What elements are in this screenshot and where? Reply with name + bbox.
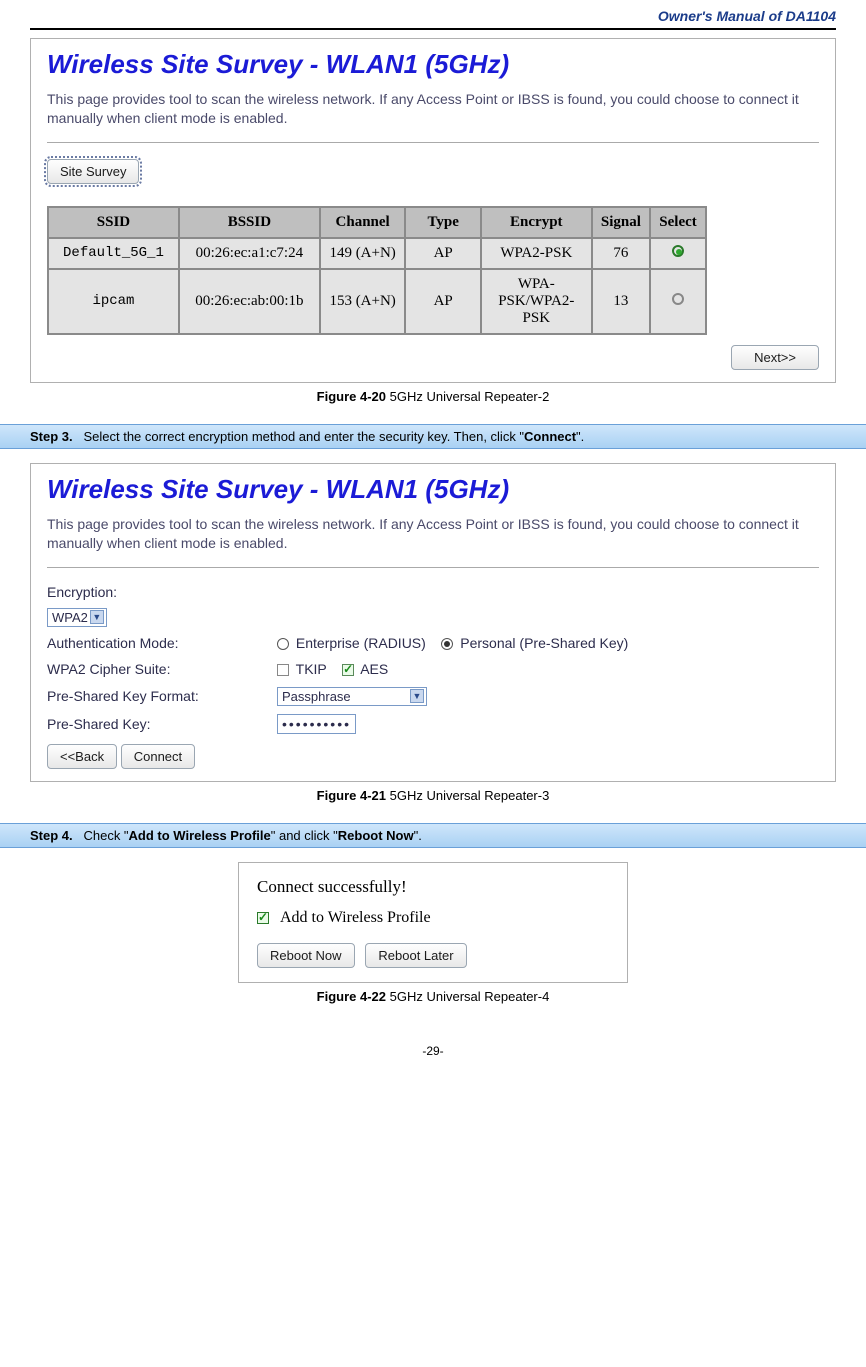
add-profile-checkbox[interactable]	[257, 912, 269, 924]
survey-header-row: SSID BSSID Channel Type Encrypt Signal S…	[48, 207, 706, 238]
table-row: ipcam 00:26:ec:ab:00:1b 153 (A+N) AP WPA…	[48, 269, 706, 334]
aes-checkbox[interactable]	[342, 664, 354, 676]
cell-type: AP	[405, 238, 481, 269]
col-encrypt: Encrypt	[481, 207, 592, 238]
col-bssid: BSSID	[179, 207, 320, 238]
step-text: Select the correct encryption method and…	[83, 429, 524, 444]
cipher-options: TKIP AES	[277, 661, 819, 677]
panel2-desc: This page provides tool to scan the wire…	[47, 515, 819, 553]
figure-label: Figure 4-20	[317, 389, 386, 404]
select-radio-icon[interactable]	[672, 293, 684, 305]
step-b1: Add to Wireless Profile	[129, 828, 271, 843]
panel1-rule	[47, 142, 819, 143]
pskfmt-select[interactable]: Passphrase ▼	[277, 687, 427, 706]
cell-select[interactable]	[650, 269, 706, 334]
cell-bssid: 00:26:ec:a1:c7:24	[179, 238, 320, 269]
encryption-select[interactable]: WPA2 ▼	[47, 608, 107, 627]
panel1-desc: This page provides tool to scan the wire…	[47, 90, 819, 128]
chevron-down-icon: ▼	[90, 610, 104, 624]
select-radio-icon[interactable]	[672, 245, 684, 257]
cell-signal: 13	[592, 269, 650, 334]
step-t2: " and click "	[271, 828, 338, 843]
reboot-now-button[interactable]: Reboot Now	[257, 943, 355, 968]
cell-encrypt: WPA-PSK/WPA2-PSK	[481, 269, 592, 334]
col-select: Select	[650, 207, 706, 238]
step-bold: Connect	[524, 429, 576, 444]
cell-ssid: ipcam	[48, 269, 179, 334]
tkip-checkbox[interactable]	[277, 664, 289, 676]
auth-enterprise-radio[interactable]	[277, 638, 289, 650]
connect-success-panel: Connect successfully! Add to Wireless Pr…	[238, 862, 628, 983]
cell-bssid: 00:26:ec:ab:00:1b	[179, 269, 320, 334]
figure-text: 5GHz Universal Repeater-3	[390, 788, 550, 803]
auth-mode-options: Enterprise (RADIUS) Personal (Pre-Shared…	[277, 635, 819, 651]
col-ssid: SSID	[48, 207, 179, 238]
manual-header: Owner's Manual of DA1104	[30, 0, 836, 28]
panel2-title: Wireless Site Survey - WLAN1 (5GHz)	[47, 474, 819, 505]
step-label: Step 3.	[30, 429, 73, 444]
site-survey-panel-1: Wireless Site Survey - WLAN1 (5GHz) This…	[30, 38, 836, 383]
chevron-down-icon: ▼	[410, 689, 424, 703]
panel1-title: Wireless Site Survey - WLAN1 (5GHz)	[47, 49, 819, 80]
figure-text: 5GHz Universal Repeater-2	[390, 389, 550, 404]
cell-channel: 149 (A+N)	[320, 238, 406, 269]
cell-ssid: Default_5G_1	[48, 238, 179, 269]
site-survey-button[interactable]: Site Survey	[47, 159, 139, 184]
figure-4-20-caption: Figure 4-20 5GHz Universal Repeater-2	[30, 389, 836, 404]
cell-channel: 153 (A+N)	[320, 269, 406, 334]
col-channel: Channel	[320, 207, 406, 238]
auth-opt2-label: Personal (Pre-Shared Key)	[460, 635, 628, 651]
cell-select[interactable]	[650, 238, 706, 269]
auth-personal-radio[interactable]	[441, 638, 453, 650]
page-number: -29-	[30, 1044, 836, 1058]
survey-table: SSID BSSID Channel Type Encrypt Signal S…	[47, 206, 707, 335]
pskfmt-value: Passphrase	[282, 689, 351, 704]
step-t3: ".	[414, 828, 422, 843]
add-profile-label: Add to Wireless Profile	[280, 909, 431, 926]
psk-input[interactable]: ••••••••••	[277, 714, 356, 734]
table-row: Default_5G_1 00:26:ec:a1:c7:24 149 (A+N)…	[48, 238, 706, 269]
step-b2: Reboot Now	[338, 828, 414, 843]
next-button[interactable]: Next>>	[731, 345, 819, 370]
step-4-bar: Step 4. Check "Add to Wireless Profile" …	[0, 823, 866, 848]
cell-type: AP	[405, 269, 481, 334]
figure-text: 5GHz Universal Repeater-4	[390, 989, 550, 1004]
panel2-rule	[47, 567, 819, 568]
cipher-opt2-label: AES	[360, 661, 388, 677]
encryption-label: Encryption:	[47, 584, 819, 600]
connect-button[interactable]: Connect	[121, 744, 195, 769]
cell-encrypt: WPA2-PSK	[481, 238, 592, 269]
pskfmt-label: Pre-Shared Key Format:	[47, 688, 277, 704]
col-type: Type	[405, 207, 481, 238]
cipher-opt1-label: TKIP	[296, 661, 327, 677]
step-3-bar: Step 3. Select the correct encryption me…	[0, 424, 866, 449]
success-message: Connect successfully!	[257, 877, 609, 897]
col-signal: Signal	[592, 207, 650, 238]
figure-4-22-caption: Figure 4-22 5GHz Universal Repeater-4	[30, 989, 836, 1004]
reboot-later-button[interactable]: Reboot Later	[365, 943, 466, 968]
figure-label: Figure 4-22	[317, 989, 386, 1004]
back-button[interactable]: <<Back	[47, 744, 117, 769]
step-t1: Check "	[83, 828, 128, 843]
psk-label: Pre-Shared Key:	[47, 716, 277, 732]
auth-mode-label: Authentication Mode:	[47, 635, 277, 651]
step-label: Step 4.	[30, 828, 73, 843]
cell-signal: 76	[592, 238, 650, 269]
figure-label: Figure 4-21	[317, 788, 386, 803]
cipher-label: WPA2 Cipher Suite:	[47, 661, 277, 677]
figure-4-21-caption: Figure 4-21 5GHz Universal Repeater-3	[30, 788, 836, 803]
encryption-value: WPA2	[52, 610, 88, 625]
auth-opt1-label: Enterprise (RADIUS)	[296, 635, 426, 651]
site-survey-panel-2: Wireless Site Survey - WLAN1 (5GHz) This…	[30, 463, 836, 782]
step-text-after: ".	[576, 429, 584, 444]
header-rule	[30, 28, 836, 30]
